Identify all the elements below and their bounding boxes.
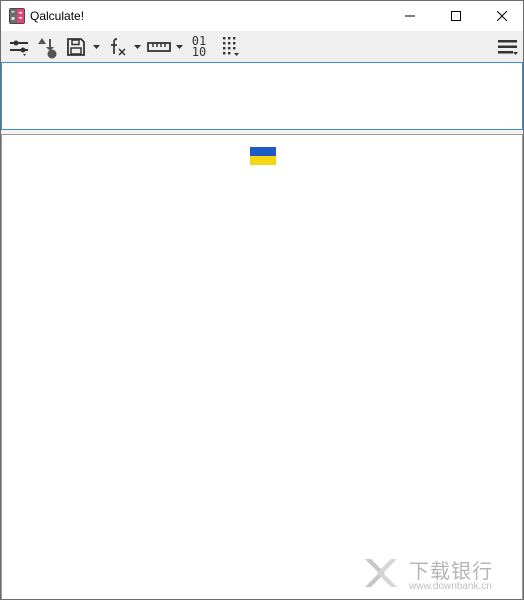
settings-sliders-icon <box>10 40 28 56</box>
save-menu-caret[interactable] <box>92 33 100 60</box>
number-base-button[interactable]: 01 10 <box>187 33 211 60</box>
chevron-down-icon <box>175 44 183 49</box>
app-icon <box>9 8 25 24</box>
settings-button[interactable] <box>6 33 32 60</box>
expression-input-box[interactable] <box>1 62 523 130</box>
close-button[interactable] <box>479 1 523 31</box>
maximize-button[interactable] <box>433 1 479 31</box>
ukraine-flag-icon[interactable] <box>250 147 276 165</box>
minimize-icon <box>405 15 415 17</box>
qalculate-window: Qalculate! 01 10 下载银行 www.downbank.cn <box>0 0 524 600</box>
save-button[interactable] <box>64 33 88 60</box>
title-bar[interactable]: Qalculate! <box>1 1 523 31</box>
keypad-icon <box>223 36 239 56</box>
minimize-button[interactable] <box>387 1 433 31</box>
functions-icon <box>111 37 126 56</box>
expression-input[interactable] <box>2 63 522 129</box>
functions-button[interactable] <box>105 33 129 60</box>
watermark-url: www.downbank.cn <box>409 581 492 592</box>
number-base-icon-bottom: 10 <box>191 44 207 59</box>
main-menu-icon <box>498 39 518 55</box>
flag-yellow-stripe <box>250 156 276 165</box>
watermark-logo-icon <box>365 559 397 587</box>
units-menu-caret[interactable] <box>175 33 183 60</box>
maximize-icon <box>451 11 461 21</box>
watermark: 下载银行 www.downbank.cn <box>361 551 521 597</box>
functions-menu-caret[interactable] <box>133 33 141 60</box>
keypad-button[interactable] <box>218 33 244 60</box>
result-display <box>1 134 523 599</box>
window-title: Qalculate! <box>30 9 85 23</box>
store-variable-button[interactable] <box>34 33 60 60</box>
units-button[interactable] <box>145 33 173 60</box>
units-ruler-icon <box>147 41 171 52</box>
close-icon <box>497 11 507 21</box>
save-icon <box>67 37 85 56</box>
store-variable-icon <box>38 37 57 58</box>
main-menu-button[interactable] <box>495 33 521 60</box>
chevron-down-icon <box>133 44 141 49</box>
watermark-text: 下载银行 <box>409 559 493 583</box>
toolbar: 01 10 <box>1 31 523 62</box>
flag-blue-stripe <box>250 147 276 156</box>
chevron-down-icon <box>92 44 100 49</box>
